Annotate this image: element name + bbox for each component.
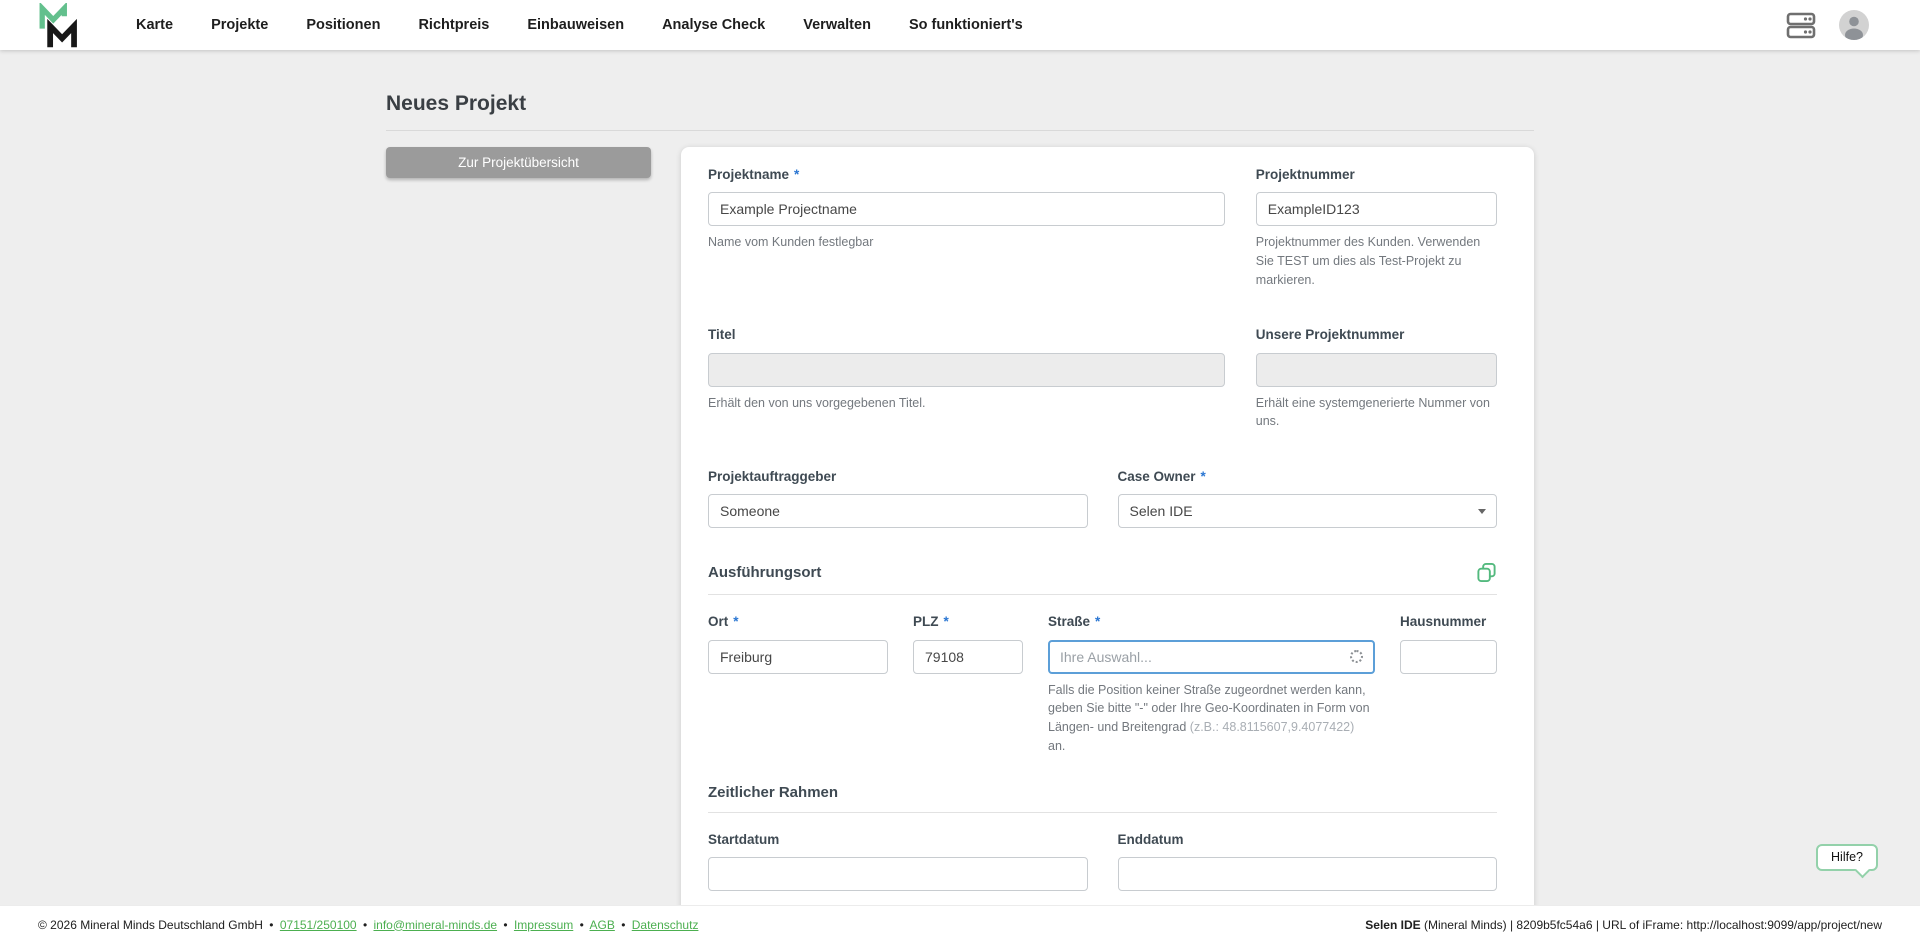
strasse-input[interactable]: Ihre Auswahl... (1048, 640, 1375, 674)
field-projektnummer: Projektnummer Projektnummer des Kunden. … (1256, 167, 1497, 289)
help-button[interactable]: Hilfe? (1816, 844, 1878, 871)
projektname-label: Projektname * (708, 167, 1225, 183)
footer-link-email[interactable]: info@mineral-minds.de (373, 918, 497, 932)
new-project-form-card: Projektname * Name vom Kunden festlegbar… (681, 147, 1534, 919)
enddatum-input[interactable] (1118, 857, 1498, 891)
field-projektname: Projektname * Name vom Kunden festlegbar (708, 167, 1225, 289)
project-overview-button[interactable]: Zur Projektübersicht (386, 147, 651, 178)
projektname-input[interactable] (708, 192, 1225, 226)
footer-copyright: © 2026 Mineral Minds Deutschland GmbH (38, 918, 263, 932)
required-asterisk: * (1201, 469, 1206, 485)
footer: © 2026 Mineral Minds Deutschland GmbH • … (0, 905, 1920, 943)
field-startdatum: Startdatum (708, 832, 1088, 891)
titel-helper: Erhält den von uns vorgegebenen Titel. (708, 394, 1225, 413)
plz-input[interactable] (913, 640, 1023, 674)
footer-link-datenschutz[interactable]: Datenschutz (632, 918, 699, 932)
section-zeitlicher-rahmen-header: Zeitlicher Rahmen (708, 784, 1497, 801)
case-owner-selected-value: Selen IDE (1130, 503, 1193, 519)
section-divider (708, 812, 1497, 813)
nav-item-richtpreis[interactable]: Richtpreis (418, 17, 489, 33)
case-owner-label: Case Owner * (1118, 469, 1498, 485)
field-ort: Ort * (708, 614, 888, 755)
loading-spinner-icon (1350, 650, 1363, 663)
field-strasse: Straße * Ihre Auswahl... Falls die Posit… (1048, 614, 1375, 755)
top-navbar: Karte Projekte Positionen Richtpreis Ein… (0, 0, 1920, 50)
server-icon[interactable] (1786, 10, 1816, 40)
field-case-owner: Case Owner * Selen IDE (1118, 469, 1498, 528)
nav-item-positionen[interactable]: Positionen (306, 17, 380, 33)
projektauftraggeber-input[interactable] (708, 494, 1088, 528)
page-title: Neues Projekt (386, 92, 1534, 116)
hausnummer-input[interactable] (1400, 640, 1497, 674)
left-column: Zur Projektübersicht (386, 147, 651, 178)
mineral-minds-logo-icon[interactable] (38, 3, 80, 49)
unsere-projektnummer-helper: Erhält eine systemgenerierte Nummer von … (1256, 394, 1497, 432)
startdatum-label: Startdatum (708, 832, 1088, 848)
footer-session-info: Selen IDE (Mineral Minds) | 8209b5fc54a6… (1365, 918, 1882, 932)
nav-item-projekte[interactable]: Projekte (211, 17, 268, 33)
section-ausfuehrungsort-header: Ausführungsort (708, 562, 1497, 583)
titel-input (708, 353, 1225, 387)
titel-label: Titel (708, 327, 1225, 343)
field-projektauftraggeber: Projektauftraggeber (708, 469, 1088, 528)
section-divider (708, 594, 1497, 595)
enddatum-label: Enddatum (1118, 832, 1498, 848)
required-asterisk: * (794, 167, 799, 183)
field-hausnummer: Hausnummer (1400, 614, 1497, 755)
required-asterisk: * (733, 614, 738, 630)
plz-label: PLZ * (913, 614, 1023, 630)
field-titel: Titel Erhält den von uns vorgegebenen Ti… (708, 327, 1225, 431)
nav-item-analyse-check[interactable]: Analyse Check (662, 17, 765, 33)
footer-link-impressum[interactable]: Impressum (514, 918, 573, 932)
case-owner-select[interactable]: Selen IDE (1118, 494, 1498, 528)
hausnummer-label: Hausnummer (1400, 614, 1497, 630)
required-asterisk: * (1095, 614, 1100, 630)
strasse-label: Straße * (1048, 614, 1375, 630)
footer-left: © 2026 Mineral Minds Deutschland GmbH • … (38, 918, 698, 932)
startdatum-input[interactable] (708, 857, 1088, 891)
ort-label: Ort * (708, 614, 888, 630)
required-asterisk: * (944, 614, 949, 630)
unsere-projektnummer-input (1256, 353, 1497, 387)
projektname-helper: Name vom Kunden festlegbar (708, 233, 1225, 252)
projektnummer-helper: Projektnummer des Kunden. Verwenden Sie … (1256, 233, 1497, 289)
nav-item-einbauweisen[interactable]: Einbauweisen (527, 17, 624, 33)
user-avatar-icon[interactable] (1838, 9, 1870, 41)
nav-item-so-funktionierts[interactable]: So funktioniert's (909, 17, 1023, 33)
projektauftraggeber-label: Projektauftraggeber (708, 469, 1088, 485)
field-enddatum: Enddatum (1118, 832, 1498, 891)
chevron-down-icon (1478, 509, 1486, 514)
footer-link-phone[interactable]: 07151/250100 (280, 918, 357, 932)
navbar-right-icons (1786, 9, 1870, 41)
footer-link-agb[interactable]: AGB (590, 918, 615, 932)
main-navigation: Karte Projekte Positionen Richtpreis Ein… (136, 17, 1023, 33)
main-content: Neues Projekt Zur Projektübersicht Proje… (386, 0, 1534, 943)
strasse-helper: Falls die Position keiner Straße zugeord… (1048, 681, 1375, 756)
strasse-placeholder: Ihre Auswahl... (1060, 649, 1152, 665)
field-plz: PLZ * (913, 614, 1023, 755)
field-unsere-projektnummer: Unsere Projektnummer Erhält eine systemg… (1256, 327, 1497, 431)
unsere-projektnummer-label: Unsere Projektnummer (1256, 327, 1497, 343)
projektnummer-label: Projektnummer (1256, 167, 1497, 183)
title-divider (386, 130, 1534, 131)
nav-item-karte[interactable]: Karte (136, 17, 173, 33)
nav-item-verwalten[interactable]: Verwalten (803, 17, 871, 33)
zeitlicher-rahmen-title: Zeitlicher Rahmen (708, 784, 838, 801)
ausfuehrungsort-title: Ausführungsort (708, 564, 821, 581)
ort-input[interactable] (708, 640, 888, 674)
copy-location-icon[interactable] (1476, 562, 1497, 583)
projektnummer-input[interactable] (1256, 192, 1497, 226)
footer-user-name: Selen IDE (1365, 918, 1420, 932)
